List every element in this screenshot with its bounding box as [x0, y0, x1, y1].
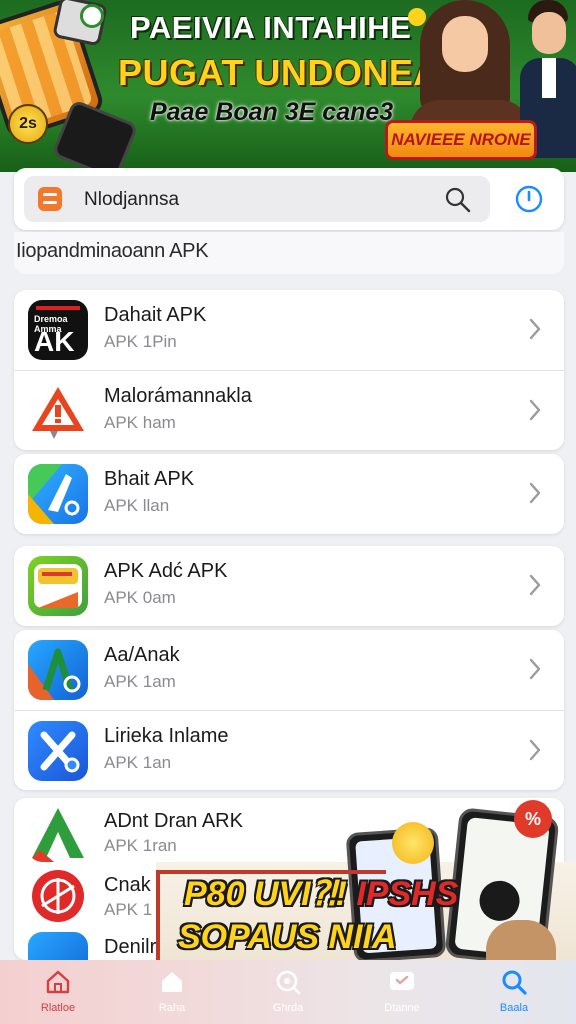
tab-label: Ghrda: [272, 1002, 304, 1014]
suggestion-text: Iiopandminaoann APK: [16, 240, 209, 262]
app-title: Aa/Anak: [104, 644, 180, 666]
search-suggestion[interactable]: Iiopandminaoann APK: [14, 232, 564, 274]
tab-label: Dtanne: [384, 1002, 420, 1014]
clock-icon[interactable]: [514, 184, 544, 214]
app-subtitle: APK 1am: [104, 672, 176, 691]
list-item[interactable]: Dremoa Amma AK Dahait APK APK 1Pin: [14, 290, 564, 370]
woman-illustration: [410, 0, 530, 160]
blue-app-icon: [28, 932, 88, 960]
promo-ad-overlay[interactable]: % P80 UVI⁈! IPSHS SOPAUS NIIA: [156, 800, 576, 970]
tab-home[interactable]: Raha: [132, 968, 212, 1020]
bottom-tab-bar: Rlatloe Raha Ghrda Dtanne Baala: [0, 960, 576, 1024]
chevron-right-icon: [529, 574, 541, 596]
a-letter-app-icon: [28, 640, 88, 700]
app-title: Lirieka Inlame: [104, 725, 229, 747]
app-title: Cnak I: [104, 874, 162, 896]
promo-subline: SOPAUS NIIA: [178, 918, 397, 956]
app-list-group: Aa/Anak APK 1am Lirieka Inlame APK 1an: [14, 630, 564, 790]
app-subtitle: APK 0am: [104, 588, 176, 607]
app-subtitle: APK 1: [104, 900, 153, 919]
list-item[interactable]: Lirieka Inlame APK 1an: [14, 710, 564, 790]
search-bar: [14, 168, 564, 230]
promo-headline: P80 UVI⁈! IPSHS: [184, 875, 459, 913]
green-app-icon: [28, 802, 88, 862]
discover-icon: [276, 970, 301, 995]
chevron-right-icon: [529, 658, 541, 680]
tab-label: Raha: [158, 1002, 186, 1014]
green-tile-app-icon: [28, 556, 88, 616]
tab-home-outline[interactable]: Rlatloe: [18, 968, 98, 1020]
chevron-right-icon: [529, 739, 541, 761]
app-subtitle: APK 1Pin: [104, 332, 177, 351]
app-title: Bhait APK: [104, 468, 195, 490]
list-item[interactable]: Malorámannakla APK ham: [14, 370, 564, 450]
tab-label: Rlatloe: [40, 1002, 76, 1014]
home-icon: [162, 972, 182, 992]
list-item[interactable]: Bhait APK APK llan: [14, 454, 564, 534]
warning-app-icon: [28, 381, 88, 441]
chevron-right-icon: [529, 482, 541, 504]
x-letter-app-icon: [28, 721, 88, 781]
list-item[interactable]: APK Adć APK APK 0am: [14, 546, 564, 626]
promo-banner[interactable]: 2s PAEIVIA INTAHIHE PUGAT UNDONEAI! Paae…: [0, 0, 576, 172]
messages-icon: [390, 972, 414, 990]
chevron-right-icon: [529, 399, 541, 421]
tab-label: Baala: [499, 1002, 529, 1014]
app-subtitle: APK ham: [104, 413, 176, 432]
emoji-icon: [392, 822, 434, 864]
tab-messages[interactable]: Dtanne: [362, 968, 442, 1020]
home-outline-icon: [46, 970, 70, 994]
banner-headline: PAEIVIA INTAHIHE: [130, 10, 412, 45]
coin-icon: 2s: [8, 104, 48, 144]
app-logo-icon: [38, 187, 62, 211]
red-circle-app-icon: [28, 866, 88, 926]
app-title: Denilr: [104, 936, 157, 958]
app-subtitle: APK llan: [104, 496, 170, 515]
search-field[interactable]: [24, 176, 490, 222]
notification-bubble-icon: [80, 4, 104, 28]
banner-cta-badge[interactable]: NAVIEEE NRONE: [385, 120, 537, 160]
app-list-group: APK Adć APK APK 0am: [14, 546, 564, 626]
app-title: APK Adć APK: [104, 560, 228, 582]
tab-search[interactable]: Baala: [474, 968, 554, 1020]
search-icon[interactable]: [444, 186, 472, 214]
list-item[interactable]: Aa/Anak APK 1am: [14, 630, 564, 710]
tab-discover[interactable]: Ghrda: [248, 968, 328, 1020]
search-icon: [502, 970, 527, 995]
discount-badge-icon: %: [514, 800, 552, 838]
app-subtitle: APK 1an: [104, 753, 172, 772]
ak-app-icon: Dremoa Amma AK: [28, 300, 88, 360]
app-list-group: Bhait APK APK llan: [14, 454, 564, 534]
app-title: Dahait APK: [104, 304, 207, 326]
app-list-group: Dremoa Amma AK Dahait APK APK 1Pin Malor…: [14, 290, 564, 450]
blue-pen-app-icon: [28, 464, 88, 524]
chevron-right-icon: [529, 318, 541, 340]
app-title: Malorámannakla: [104, 385, 252, 407]
banner-subtitle: Paae Boan 3E cane3: [150, 98, 394, 126]
search-input[interactable]: [84, 188, 414, 212]
